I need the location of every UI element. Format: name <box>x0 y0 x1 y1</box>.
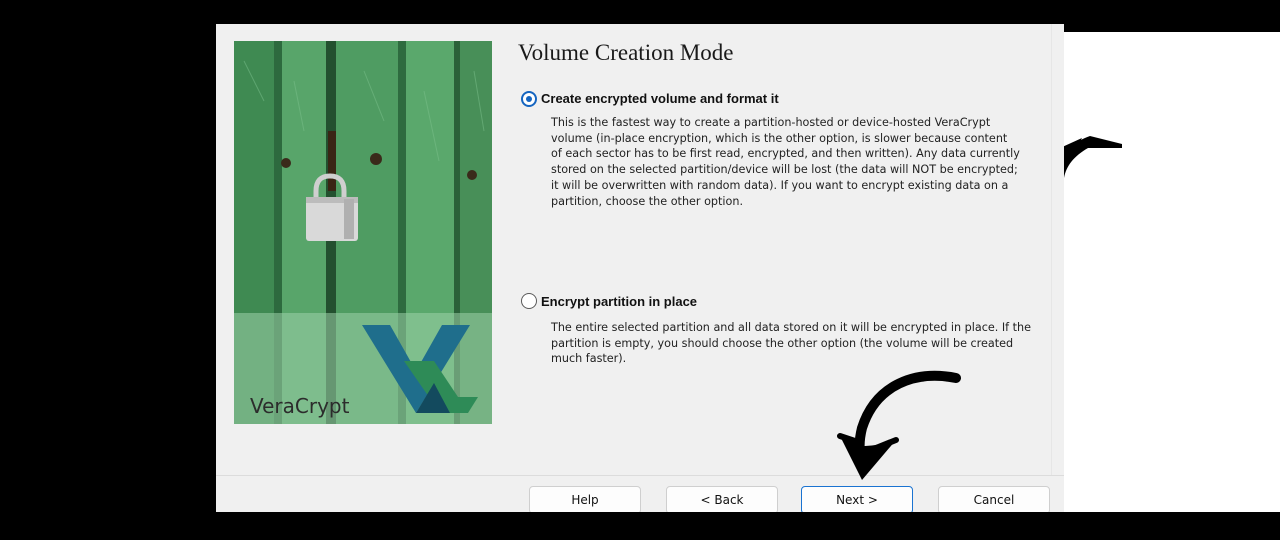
create-encrypted-volume-description: This is the fastest way to create a part… <box>551 116 1020 208</box>
create-encrypted-volume-label[interactable]: Create encrypted volume and format it <box>541 91 779 106</box>
next-button[interactable]: Next > <box>801 486 913 512</box>
cancel-button[interactable]: Cancel <box>938 486 1050 512</box>
white-background-panel <box>1064 32 1280 512</box>
create-encrypted-volume-radio[interactable] <box>521 91 537 107</box>
curved-arrow-pointer-icon <box>837 370 961 480</box>
veracrypt-logo-text: VeraCrypt <box>250 394 350 418</box>
panel-divider <box>1051 24 1052 475</box>
veracrypt-banner-image: VeraCrypt <box>234 41 492 424</box>
back-button[interactable]: < Back <box>666 486 778 512</box>
help-button[interactable]: Help <box>529 486 641 512</box>
encrypt-in-place-label[interactable]: Encrypt partition in place <box>541 294 697 309</box>
page-title: Volume Creation Mode <box>518 40 734 65</box>
encrypt-in-place-description: The entire selected partition and all da… <box>551 321 1031 366</box>
encrypt-in-place-radio[interactable] <box>521 293 537 309</box>
